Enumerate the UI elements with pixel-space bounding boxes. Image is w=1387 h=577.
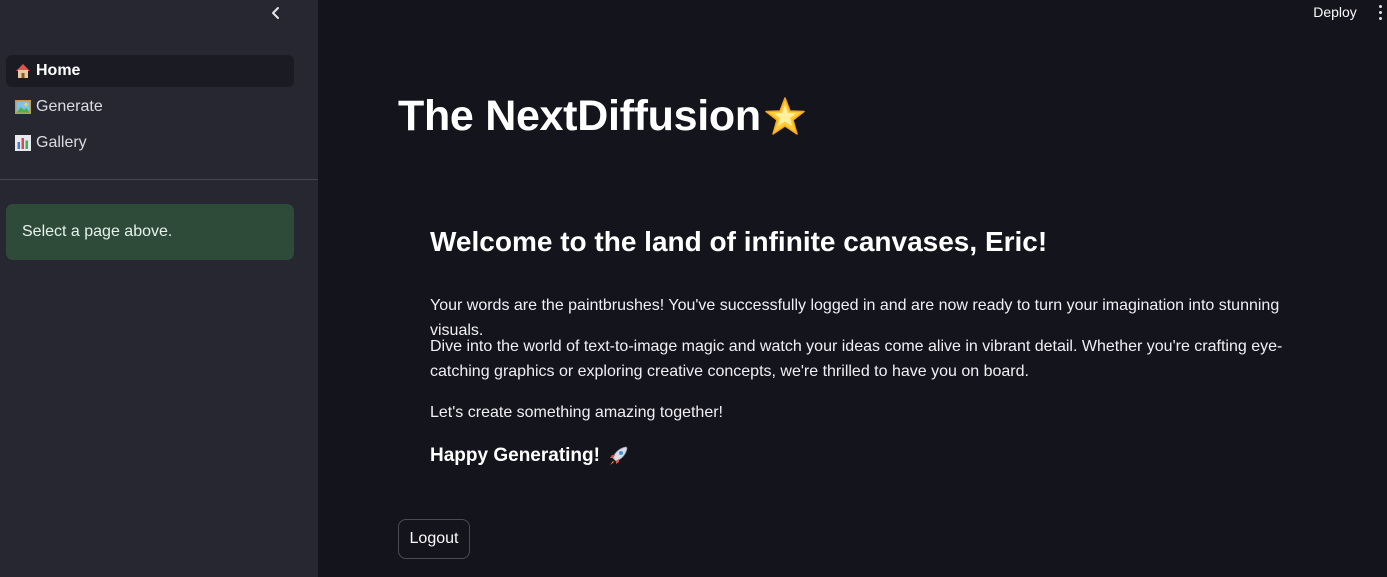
glowing-star-icon: [763, 95, 807, 139]
welcome-heading: Welcome to the land of infinite canvases…: [430, 226, 1048, 257]
description-paragraph: Dive into the world of text-to-image mag…: [430, 338, 1283, 380]
sidebar-item-gallery[interactable]: Gallery: [6, 127, 294, 159]
house-icon: [14, 62, 32, 80]
logout-button[interactable]: Logout: [398, 519, 470, 559]
sidebar-nav: Home Generate Gallery: [6, 55, 294, 163]
page-title: The NextDiffusion: [398, 92, 807, 141]
sidebar: Home Generate Gallery Select a page abov…: [0, 0, 318, 577]
page-title-text: The NextDiffusion: [398, 92, 761, 140]
rocket-icon: [606, 444, 630, 468]
sidebar-item-label: Gallery: [36, 134, 87, 151]
picture-icon: [14, 98, 32, 116]
main-menu-icon[interactable]: [1374, 2, 1387, 22]
bar-chart-icon: [14, 134, 32, 152]
deploy-button[interactable]: Deploy: [1305, 0, 1365, 24]
sidebar-item-label: Generate: [36, 98, 103, 115]
sidebar-item-generate[interactable]: Generate: [6, 91, 294, 123]
cta-paragraph: Let's create something amazing together!: [430, 404, 723, 421]
app-window: Home Generate Gallery Select a page abov…: [0, 0, 1387, 577]
closing-text: Happy Generating!: [430, 445, 600, 466]
info-alert-text: Select a page above.: [22, 223, 173, 240]
chevron-left-icon: [272, 7, 279, 19]
collapse-sidebar-button[interactable]: [262, 0, 290, 26]
info-alert: Select a page above.: [6, 204, 294, 260]
sidebar-item-label: Home: [36, 62, 81, 79]
closing-line: Happy Generating!: [430, 444, 630, 468]
sidebar-divider: [0, 179, 318, 180]
sidebar-item-home[interactable]: Home: [6, 55, 294, 87]
